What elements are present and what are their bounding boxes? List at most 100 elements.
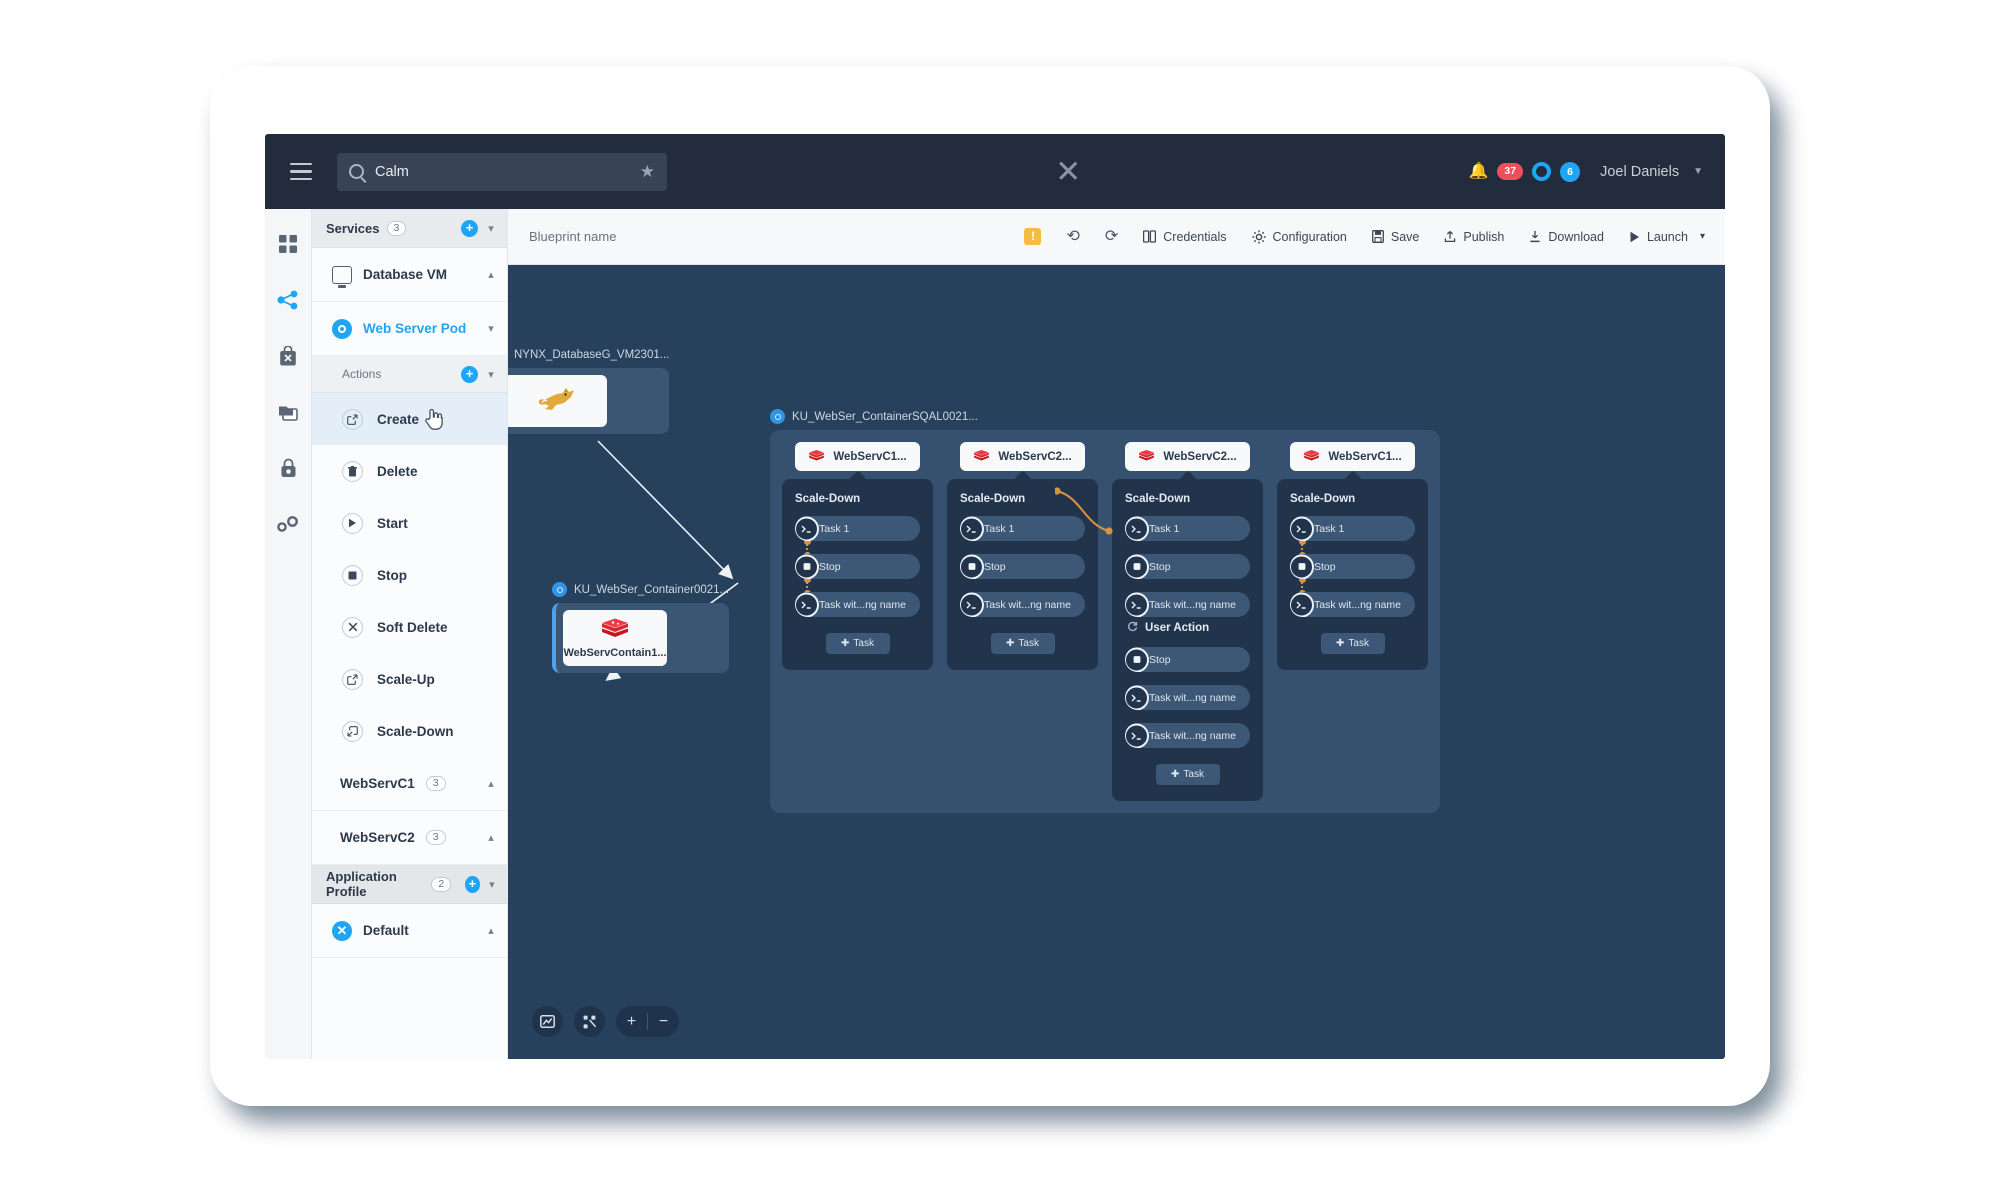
- configuration-label: Configuration: [1272, 229, 1347, 244]
- library-copies-icon[interactable]: [275, 399, 301, 425]
- create-icon: [342, 408, 363, 430]
- settings-gears-icon[interactable]: [275, 511, 301, 537]
- canvas-node-database-vm[interactable]: NYNX_DatabaseG_VM2301...: [508, 347, 670, 434]
- publish-button[interactable]: Publish: [1444, 230, 1504, 244]
- blueprint-name-label[interactable]: Blueprint name: [529, 229, 616, 244]
- zoom-in-button[interactable]: +: [616, 1013, 647, 1030]
- task-item[interactable]: Stop: [1290, 554, 1415, 579]
- task-item[interactable]: Task wit...ng name: [795, 592, 920, 617]
- action-item-scale-down[interactable]: Scale-Down: [312, 705, 507, 757]
- star-icon[interactable]: ★: [640, 163, 655, 180]
- group-label-row: KU_WebSer_ContainerSQAL0021...: [770, 409, 1440, 424]
- fit-to-screen-button[interactable]: [532, 1006, 563, 1037]
- download-button[interactable]: Download: [1529, 230, 1604, 244]
- column-header[interactable]: WebServC2...: [960, 442, 1085, 471]
- chevron-up-icon[interactable]: ▴: [485, 777, 497, 790]
- task-item[interactable]: Task wit...ng name: [1290, 592, 1415, 617]
- task-item[interactable]: Stop: [795, 554, 920, 579]
- task-item[interactable]: Task wit...ng name: [1125, 685, 1250, 710]
- task-item[interactable]: Task wit...ng name: [1125, 723, 1250, 748]
- add-task-button[interactable]: ✚ Task: [990, 633, 1055, 654]
- action-item-create[interactable]: Create: [312, 393, 507, 445]
- task-item[interactable]: Stop: [960, 554, 1085, 579]
- add-task-button[interactable]: ✚ Task: [825, 633, 890, 654]
- auto-layout-icon: [583, 1015, 596, 1028]
- chevron-down-icon[interactable]: ▾: [485, 222, 497, 235]
- application-profile-header[interactable]: Application Profile 2 + ▾: [312, 865, 507, 904]
- group-row-webservc1[interactable]: WebServC1 3 ▴: [312, 757, 507, 811]
- chevron-down-icon[interactable]: ▾: [485, 322, 497, 335]
- bell-icon[interactable]: 🔔: [1468, 163, 1488, 180]
- node-label-row: NYNX_DatabaseG_VM2301...: [508, 347, 669, 362]
- node-card[interactable]: [508, 375, 607, 427]
- save-button[interactable]: Save: [1371, 230, 1419, 244]
- profile-row-default[interactable]: ✕ Default ▴: [312, 904, 507, 958]
- chevron-down-icon[interactable]: ▾: [1700, 231, 1705, 242]
- action-item-scale-up[interactable]: Scale-Up: [312, 653, 507, 705]
- action-label: Scale-Down: [377, 723, 454, 739]
- add-task-button[interactable]: ✚ Task: [1320, 633, 1385, 654]
- group-row-webservc2[interactable]: WebServC2 3 ▴: [312, 811, 507, 865]
- task-item[interactable]: Task wit...ng name: [960, 592, 1085, 617]
- add-profile-button[interactable]: +: [465, 875, 480, 893]
- notification-count-badge[interactable]: 37: [1497, 163, 1524, 180]
- task-item[interactable]: Task 1: [1290, 516, 1415, 541]
- action-label: Stop: [377, 567, 407, 583]
- task-item[interactable]: Stop: [1125, 554, 1250, 579]
- task-item[interactable]: Task 1: [1125, 516, 1250, 541]
- task-item[interactable]: Task wit...ng name: [1125, 592, 1250, 617]
- task-item[interactable]: Stop: [1125, 647, 1250, 672]
- task-item[interactable]: Task 1: [795, 516, 920, 541]
- blueprints-share-icon[interactable]: [275, 287, 301, 313]
- launch-button[interactable]: Launch ▾: [1629, 230, 1705, 244]
- add-service-button[interactable]: +: [461, 219, 478, 237]
- node-card[interactable]: WebServContain1...: [563, 610, 667, 666]
- hamburger-icon[interactable]: [273, 162, 329, 181]
- action-item-start[interactable]: Start: [312, 497, 507, 549]
- zoom-out-button[interactable]: −: [648, 1013, 679, 1030]
- search-input[interactable]: [375, 163, 640, 180]
- column-header[interactable]: WebServC1...: [1290, 442, 1415, 471]
- action-item-delete[interactable]: Delete: [312, 445, 507, 497]
- column-header[interactable]: WebServC2...: [1125, 442, 1250, 471]
- marketplace-bag-icon[interactable]: [275, 343, 301, 369]
- configuration-button[interactable]: Configuration: [1251, 229, 1347, 244]
- task-count-badge[interactable]: 6: [1560, 161, 1581, 182]
- actions-header[interactable]: Actions + ▾: [312, 356, 507, 393]
- zoom-controls[interactable]: + −: [616, 1006, 679, 1037]
- security-lock-icon[interactable]: [275, 455, 301, 481]
- action-item-stop[interactable]: Stop: [312, 549, 507, 601]
- services-header[interactable]: Services 3 + ▾: [312, 209, 507, 248]
- activity-ring-icon[interactable]: [1532, 162, 1552, 181]
- search-input-wrapper[interactable]: ★: [337, 152, 667, 191]
- column-header[interactable]: WebServC1...: [795, 442, 920, 471]
- add-task-button[interactable]: ✚ Task: [1155, 764, 1220, 785]
- action-label: Create: [377, 411, 420, 427]
- action-item-soft-delete[interactable]: Soft Delete: [312, 601, 507, 653]
- task-item[interactable]: Task 1: [960, 516, 1085, 541]
- chevron-down-icon[interactable]: ▼: [1693, 166, 1703, 177]
- redo-icon[interactable]: ⟳: [1105, 228, 1118, 245]
- user-name-label[interactable]: Joel Daniels: [1600, 164, 1679, 180]
- stop-square-icon: [342, 564, 363, 586]
- blueprint-canvas[interactable]: NYNX_DatabaseG_VM2301... KU_WebSer_Conta…: [508, 265, 1725, 1059]
- credentials-button[interactable]: Credentials: [1143, 230, 1227, 244]
- canvas-group-webserv-sqal[interactable]: KU_WebSer_ContainerSQAL0021... WebServC1…: [770, 409, 1440, 813]
- chevron-up-icon[interactable]: ▴: [485, 924, 497, 937]
- undo-icon[interactable]: ⟲: [1066, 228, 1079, 245]
- stop-task-icon: [1125, 647, 1149, 672]
- auto-layout-button[interactable]: [574, 1006, 605, 1037]
- redis-stack-icon: [1304, 449, 1320, 461]
- chevron-up-icon[interactable]: ▴: [485, 831, 497, 844]
- chevron-down-icon[interactable]: ▾: [487, 878, 497, 891]
- chevron-up-icon[interactable]: ▴: [485, 268, 497, 281]
- group-column-3: WebServC2... Scale-Down Task 1 Stop Task…: [1112, 442, 1263, 801]
- canvas-node-webserv-container[interactable]: KU_WebSer_Container0021... WebServContai…: [552, 582, 730, 673]
- add-action-button[interactable]: +: [461, 365, 478, 383]
- publish-upload-icon: [1444, 230, 1456, 243]
- service-row-web-server-pod[interactable]: Web Server Pod ▾: [312, 302, 507, 356]
- dashboard-icon[interactable]: [275, 231, 301, 257]
- warning-badge-icon[interactable]: !: [1024, 228, 1042, 245]
- chevron-down-icon[interactable]: ▾: [485, 368, 497, 381]
- service-row-database-vm[interactable]: Database VM ▴: [312, 248, 507, 302]
